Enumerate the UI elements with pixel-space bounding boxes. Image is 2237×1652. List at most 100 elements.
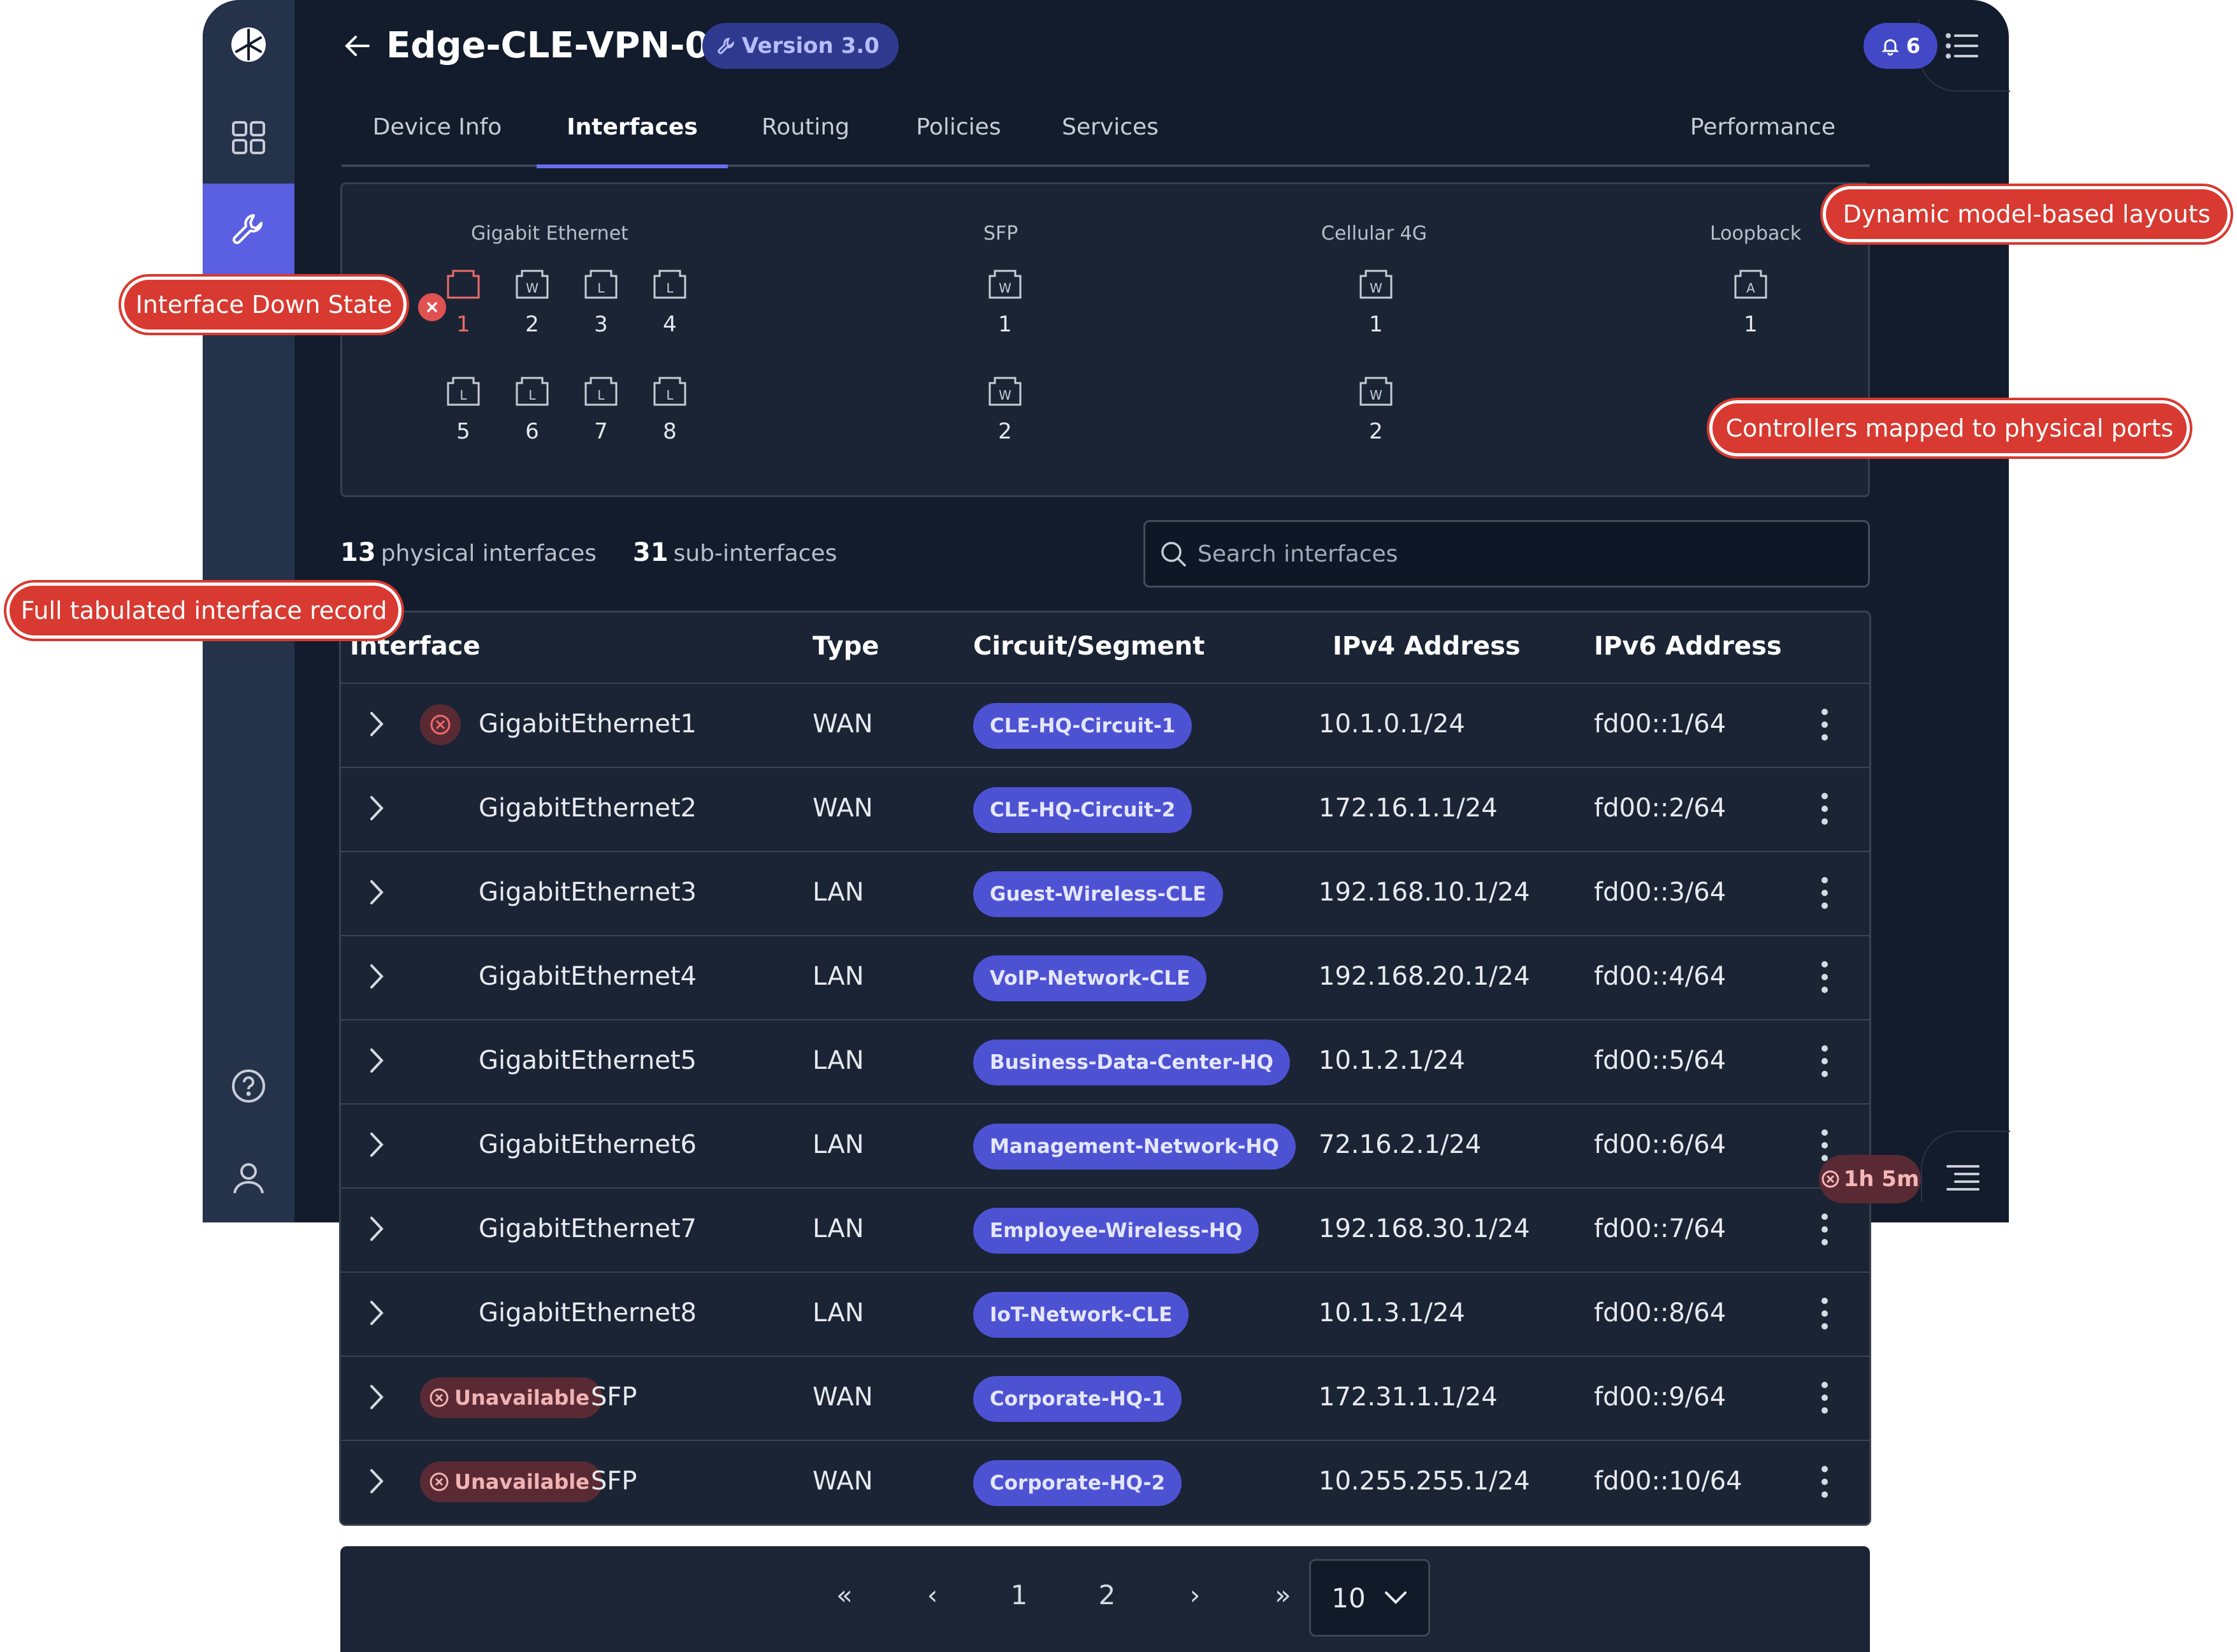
table-row[interactable]: GigabitEthernet6 LAN Management-Network-HQ… <box>341 1103 1869 1189</box>
ipv6-address: fd00::5/64 <box>1594 1046 1727 1075</box>
expand-chevron-icon[interactable] <box>366 878 386 909</box>
search-input[interactable] <box>1196 540 1836 568</box>
segment-pill[interactable]: Corporate-HQ-1 <box>973 1376 1182 1422</box>
svg-text:L: L <box>460 388 467 403</box>
tab-device-info[interactable]: Device Info <box>342 105 533 164</box>
prev-page-icon[interactable]: ‹ <box>910 1579 955 1611</box>
svg-text:L: L <box>528 388 536 403</box>
ports-panel: Gigabit Ethernet SFP Cellular 4G Loopbac… <box>340 182 1870 497</box>
table-row[interactable]: GigabitEthernet7 LAN Employee-Wireless-HQ 1… <box>341 1187 1869 1273</box>
col-ipv6[interactable]: IPv6 Address <box>1594 632 1782 661</box>
expand-chevron-icon[interactable] <box>366 1046 386 1078</box>
tab-interfaces[interactable]: Interfaces <box>537 105 728 168</box>
port-gigabit-ethernet-7[interactable]: L7 <box>576 374 626 444</box>
interface-type: LAN <box>813 1130 864 1159</box>
session-timer[interactable]: 1h 5m <box>1819 1155 1921 1203</box>
row-actions-kebab-icon[interactable] <box>1820 707 1830 745</box>
list-filter-icon[interactable] <box>1945 1164 1981 1196</box>
row-actions-kebab-icon[interactable] <box>1820 875 1830 913</box>
notifications-button[interactable]: 6 <box>1864 23 1937 69</box>
segment-pill[interactable]: Business-Data-Center-HQ <box>973 1040 1291 1085</box>
ethernet-port-icon: L <box>584 270 618 299</box>
tab-services[interactable]: Services <box>1034 105 1187 164</box>
expand-chevron-icon[interactable] <box>366 709 386 741</box>
expand-chevron-icon[interactable] <box>366 1214 386 1246</box>
port-gigabit-ethernet-4[interactable]: L4 <box>644 267 695 337</box>
ethernet-port-icon: W <box>1359 270 1393 299</box>
help-icon[interactable] <box>203 1061 294 1112</box>
port-gigabit-ethernet-3[interactable]: L3 <box>576 267 626 337</box>
port-cellular-4g-2[interactable]: W2 <box>1350 374 1401 444</box>
row-actions-kebab-icon[interactable] <box>1820 1296 1830 1334</box>
table-row[interactable]: Unavailable SFP WAN Corporate-HQ-1 172.31.1.… <box>341 1356 1869 1441</box>
segment-pill[interactable]: CLE-HQ-Circuit-1 <box>973 703 1192 749</box>
row-actions-kebab-icon[interactable] <box>1820 1380 1830 1418</box>
table-row[interactable]: Unavailable SFP WAN Corporate-HQ-2 10.255.25… <box>341 1440 1869 1524</box>
port-sfp-1[interactable]: W1 <box>980 267 1031 337</box>
tab-routing[interactable]: Routing <box>728 105 883 164</box>
col-segment[interactable]: Circuit/Segment <box>973 632 1205 661</box>
expand-chevron-icon[interactable] <box>366 1298 386 1330</box>
list-menu-icon[interactable] <box>1945 31 1980 64</box>
expand-chevron-icon[interactable] <box>366 793 386 825</box>
port-cellular-4g-1[interactable]: W1 <box>1350 267 1401 337</box>
segment-pill[interactable]: Employee-Wireless-HQ <box>973 1208 1259 1254</box>
x-circle-icon <box>430 1472 449 1491</box>
port-gigabit-ethernet-6[interactable]: L6 <box>507 374 558 444</box>
ipv6-address: fd00::1/64 <box>1594 709 1727 739</box>
table-row[interactable]: GigabitEthernet4 LAN VoIP-Network-CLE 192.1… <box>341 935 1869 1020</box>
back-arrow-icon[interactable] <box>342 31 372 61</box>
row-actions-kebab-icon[interactable] <box>1820 1464 1830 1502</box>
dashboard-grid-icon[interactable] <box>203 112 294 163</box>
col-type[interactable]: Type <box>813 632 879 661</box>
segment-pill[interactable]: Management-Network-HQ <box>973 1124 1296 1170</box>
segment-pill[interactable]: Corporate-HQ-2 <box>973 1460 1182 1506</box>
port-gigabit-ethernet-8[interactable]: L8 <box>644 374 695 444</box>
port-down-icon <box>416 291 449 324</box>
ipv6-address: fd00::9/64 <box>1594 1382 1727 1412</box>
table-row[interactable]: GigabitEthernet8 LAN IoT-Network-CLE 10.1.3… <box>341 1272 1869 1357</box>
row-actions-kebab-icon[interactable] <box>1820 1043 1830 1082</box>
port-number: 2 <box>525 312 539 337</box>
logo-icon[interactable] <box>203 19 294 70</box>
page-2-button[interactable]: 2 <box>1085 1579 1129 1611</box>
tab-policies[interactable]: Policies <box>883 105 1034 164</box>
first-page-icon[interactable]: « <box>822 1579 867 1611</box>
group-label-cellular: Cellular 4G <box>1321 222 1428 245</box>
expand-chevron-icon[interactable] <box>366 962 386 994</box>
row-actions-kebab-icon[interactable] <box>1820 791 1830 829</box>
segment-pill[interactable]: VoIP-Network-CLE <box>973 955 1207 1001</box>
port-sfp-2[interactable]: W2 <box>980 374 1031 444</box>
table-row[interactable]: GigabitEthernet1 WAN CLE-HQ-Circuit-1 10.1.… <box>341 683 1869 768</box>
configure-wrench-icon[interactable] <box>203 184 294 275</box>
interfaces-table: Interface Type Circuit/Segment IPv4 Addr… <box>339 611 1871 1526</box>
last-page-icon[interactable]: » <box>1261 1579 1305 1611</box>
page-1-button[interactable]: 1 <box>997 1579 1041 1611</box>
row-actions-kebab-icon[interactable] <box>1820 1212 1830 1250</box>
page-size-select[interactable]: 10 <box>1309 1559 1430 1637</box>
physical-label: physical interfaces <box>380 540 597 567</box>
user-profile-icon[interactable] <box>203 1152 294 1203</box>
row-actions-kebab-icon[interactable] <box>1820 959 1830 997</box>
expand-chevron-icon[interactable] <box>366 1382 386 1414</box>
port-number: 1 <box>1369 312 1383 337</box>
next-page-icon[interactable]: › <box>1173 1579 1217 1611</box>
tab-performance[interactable]: Performance <box>1661 105 1865 164</box>
segment-pill[interactable]: CLE-HQ-Circuit-2 <box>973 787 1192 833</box>
interface-counts: 13 physical interfaces 31 sub-interfaces <box>340 538 837 567</box>
svg-text:W: W <box>526 280 539 296</box>
ethernet-port-icon: L <box>516 377 549 406</box>
segment-pill[interactable]: Guest-Wireless-CLE <box>973 871 1223 917</box>
port-gigabit-ethernet-5[interactable]: L5 <box>438 374 489 444</box>
table-row[interactable]: GigabitEthernet3 LAN Guest-Wireless-CLE 192… <box>341 851 1869 936</box>
port-loopback-1[interactable]: A1 <box>1725 267 1776 337</box>
table-row[interactable]: GigabitEthernet5 LAN Business-Data-Center-… <box>341 1019 1869 1105</box>
page-title: Edge-CLE-VPN-02 <box>386 25 735 66</box>
expand-chevron-icon[interactable] <box>366 1130 386 1162</box>
svg-text:W: W <box>1370 280 1382 296</box>
port-gigabit-ethernet-2[interactable]: W2 <box>507 267 558 337</box>
table-row[interactable]: GigabitEthernet2 WAN CLE-HQ-Circuit-2 172.1… <box>341 767 1869 852</box>
col-ipv4[interactable]: IPv4 Address <box>1333 632 1521 661</box>
expand-chevron-icon[interactable] <box>366 1467 386 1498</box>
segment-pill[interactable]: IoT-Network-CLE <box>973 1292 1189 1338</box>
